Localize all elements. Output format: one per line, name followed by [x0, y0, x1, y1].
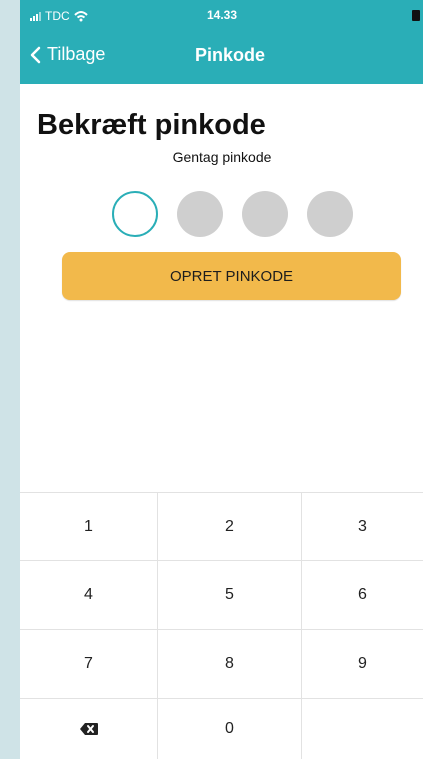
- carrier-label: TDC: [45, 9, 70, 23]
- navigation-title: Pinkode: [194, 45, 265, 65]
- keypad-key-8[interactable]: 8: [158, 630, 302, 699]
- signal-icon: [30, 11, 41, 21]
- pin-indicator: [112, 191, 353, 237]
- keypad-key-1[interactable]: 1: [20, 493, 158, 561]
- pin-dot-4: [307, 191, 353, 237]
- keypad-key-9[interactable]: 9: [302, 630, 423, 699]
- wifi-icon: [73, 10, 88, 21]
- keypad-key-7[interactable]: 7: [20, 630, 158, 699]
- keypad-key-3[interactable]: 3: [302, 493, 423, 561]
- create-pin-button[interactable]: OPRET PINKODE: [62, 252, 401, 300]
- keypad-key-6[interactable]: 6: [302, 561, 423, 630]
- keypad-key-0[interactable]: 0: [158, 699, 302, 759]
- chevron-left-icon: [30, 46, 41, 63]
- back-button[interactable]: Tilbage: [28, 44, 105, 65]
- backspace-icon: [79, 723, 98, 735]
- backspace-key[interactable]: [20, 699, 158, 759]
- network-status: TDC: [30, 9, 88, 23]
- keypad-key-5[interactable]: 5: [158, 561, 302, 630]
- status-bar: TDC 14.33: [20, 0, 423, 30]
- page-title: Bekræft pinkode: [37, 109, 266, 141]
- pin-dot-1: [112, 191, 158, 237]
- keypad-empty-key: [302, 699, 423, 759]
- keypad-key-4[interactable]: 4: [20, 561, 158, 630]
- status-time: 14.33: [206, 8, 238, 22]
- numeric-keypad: 1 2 3 4 5 6 7 8 9 0: [20, 492, 423, 759]
- app-header: TDC 14.33 Tilbage Pinkode: [20, 0, 423, 84]
- pin-instruction: Gentag pinkode: [172, 149, 272, 165]
- battery-icon: [412, 10, 420, 21]
- phone-screen: TDC 14.33 Tilbage Pinkode Bekræft pinkod…: [20, 0, 423, 759]
- keypad-key-2[interactable]: 2: [158, 493, 302, 561]
- pin-dot-2: [177, 191, 223, 237]
- back-label: Tilbage: [47, 44, 106, 64]
- pin-dot-3: [242, 191, 288, 237]
